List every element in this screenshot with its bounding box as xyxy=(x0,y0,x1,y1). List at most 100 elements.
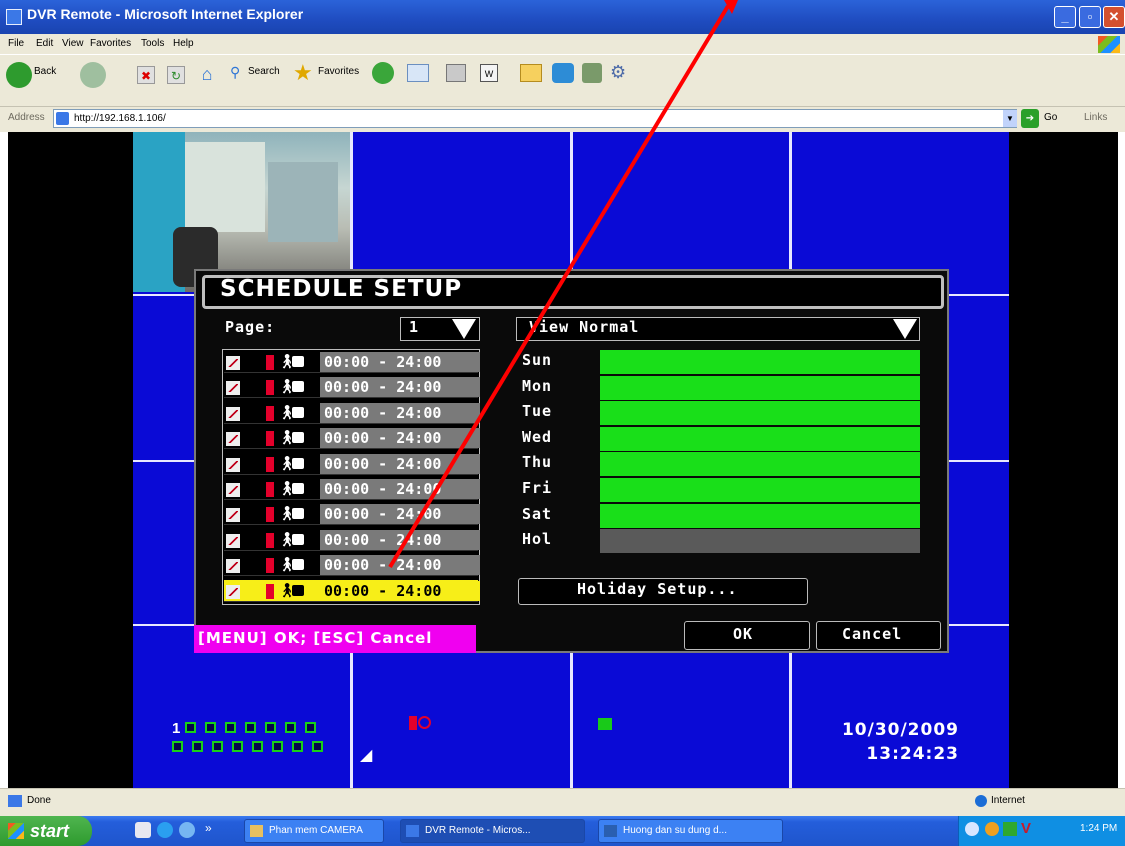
day-label: Wed xyxy=(522,428,553,446)
enable-checkbox[interactable] xyxy=(226,534,240,548)
channel-indicator xyxy=(245,722,256,733)
menu-tools[interactable]: Tools xyxy=(141,38,164,49)
dvr-datetime: 10/30/2009 13:24:23 xyxy=(809,718,959,766)
schedule-row[interactable]: 🚶︎ 00:00 - 24:00 xyxy=(224,503,480,525)
go-arrow-icon[interactable]: ➔ xyxy=(1021,109,1039,128)
tray-expand-icon[interactable] xyxy=(965,822,979,836)
day-schedule-bar[interactable] xyxy=(600,376,920,400)
search-icon[interactable]: ⚲ xyxy=(230,64,248,82)
quicklaunch-ie-icon[interactable] xyxy=(157,822,173,838)
enable-checkbox[interactable] xyxy=(226,483,240,497)
task-label: DVR Remote - Micros... xyxy=(425,825,531,836)
tray-network-icon[interactable] xyxy=(1003,822,1017,836)
schedule-row[interactable]: 🚶︎ 00:00 - 24:00 xyxy=(224,453,480,475)
enable-checkbox[interactable] xyxy=(226,407,240,421)
day-label: Thu xyxy=(522,453,553,471)
enable-checkbox[interactable] xyxy=(226,458,240,472)
address-label: Address xyxy=(8,112,45,123)
history-icon[interactable] xyxy=(372,62,394,84)
enable-checkbox[interactable] xyxy=(226,559,240,573)
day-schedule-bar[interactable] xyxy=(600,401,920,425)
alarm-icon xyxy=(292,381,304,392)
channel-indicator xyxy=(292,741,303,752)
minimize-button[interactable]: _ xyxy=(1054,6,1076,28)
research-icon[interactable] xyxy=(582,63,602,83)
enable-checkbox[interactable] xyxy=(226,508,240,522)
mail-icon[interactable] xyxy=(407,64,429,82)
quicklaunch-browser-icon[interactable] xyxy=(179,822,195,838)
links-label[interactable]: Links xyxy=(1084,112,1107,123)
menu-view[interactable]: View xyxy=(62,38,84,49)
tools-gear-icon[interactable]: ⚙ xyxy=(610,62,632,84)
messenger-icon[interactable] xyxy=(552,63,574,83)
enable-checkbox[interactable] xyxy=(226,585,240,599)
search-button-label[interactable]: Search xyxy=(248,66,280,77)
alarm-icon xyxy=(292,407,304,418)
schedule-row[interactable]: 🚶︎ 00:00 - 24:00 xyxy=(224,478,480,500)
close-button[interactable]: ✕ xyxy=(1103,6,1125,28)
maximize-button[interactable]: ▫ xyxy=(1079,6,1101,28)
camera-feed[interactable] xyxy=(133,132,350,292)
menu-bar xyxy=(0,34,1125,54)
channel-indicator xyxy=(312,741,323,752)
edit-word-icon[interactable]: W xyxy=(480,64,498,82)
schedule-row[interactable]: 🚶︎ 00:00 - 24:00 xyxy=(224,554,480,576)
stop-icon[interactable]: ✖ xyxy=(137,66,155,84)
menu-file[interactable]: File xyxy=(8,38,24,49)
favorites-star-icon[interactable]: ★ xyxy=(293,60,313,86)
view-dropdown-icon[interactable] xyxy=(893,319,917,339)
task-dvr-remote[interactable]: DVR Remote - Micros... xyxy=(400,819,585,843)
day-schedule-bar[interactable] xyxy=(600,427,920,451)
menu-help[interactable]: Help xyxy=(173,38,194,49)
print-icon[interactable] xyxy=(446,64,466,82)
menu-favorites[interactable]: Favorites xyxy=(90,38,131,49)
cancel-label: Cancel xyxy=(842,625,903,643)
task-huong-dan[interactable]: Huong dan su dung d... xyxy=(598,819,783,843)
schedule-row[interactable]: 🚶︎ 00:00 - 24:00 xyxy=(224,427,480,449)
dvr-date: 10/30/2009 xyxy=(841,720,959,740)
task-label: Huong dan su dung d... xyxy=(623,825,727,836)
enable-checkbox[interactable] xyxy=(226,356,240,370)
schedule-row[interactable]: 🚶︎ 00:00 - 24:00 xyxy=(224,402,480,424)
time-range: 00:00 - 24:00 xyxy=(320,555,480,575)
time-range: 00:00 - 24:00 xyxy=(320,352,480,372)
schedule-row[interactable]: 🚶︎ 00:00 - 24:00 xyxy=(224,580,480,602)
holiday-schedule-bar[interactable] xyxy=(600,529,920,553)
tray-app-icon[interactable] xyxy=(985,822,999,836)
address-input[interactable]: http://192.168.1.106/ xyxy=(53,109,1017,128)
menu-edit[interactable]: Edit xyxy=(36,38,53,49)
quicklaunch-desktop-icon[interactable] xyxy=(135,822,151,838)
day-label: Fri xyxy=(522,479,553,497)
status-text: Done xyxy=(27,795,51,806)
forward-icon[interactable] xyxy=(80,62,106,88)
back-button-label[interactable]: Back xyxy=(34,66,56,77)
record-icon xyxy=(266,558,274,573)
schedule-row[interactable]: 🚶︎ 00:00 - 24:00 xyxy=(224,351,480,373)
schedule-row[interactable]: 🚶︎ 00:00 - 24:00 xyxy=(224,376,480,398)
enable-checkbox[interactable] xyxy=(226,432,240,446)
folder-icon[interactable] xyxy=(520,64,542,82)
chevron-right-icon[interactable]: » xyxy=(205,821,212,835)
schedule-row[interactable]: 🚶︎ 00:00 - 24:00 xyxy=(224,529,480,551)
zone-text: Internet xyxy=(991,795,1025,806)
address-dropdown-icon[interactable]: ▼ xyxy=(1003,110,1017,127)
day-label: Hol xyxy=(522,530,553,548)
record-icon xyxy=(266,533,274,548)
back-icon[interactable] xyxy=(6,62,32,88)
refresh-icon[interactable]: ↻ xyxy=(167,66,185,84)
dialog-title: SCHEDULE SETUP xyxy=(220,276,463,302)
day-schedule-bar[interactable] xyxy=(600,478,920,502)
enable-checkbox[interactable] xyxy=(226,381,240,395)
home-icon[interactable]: ⌂ xyxy=(196,64,218,84)
day-schedule-bar[interactable] xyxy=(600,504,920,528)
channel-indicator xyxy=(232,741,243,752)
task-phan-mem-camera[interactable]: Phan mem CAMERA xyxy=(244,819,384,843)
page-dropdown-icon[interactable] xyxy=(452,319,476,339)
favorites-button-label[interactable]: Favorites xyxy=(318,66,359,77)
day-schedule-bar[interactable] xyxy=(600,452,920,476)
time-range: 00:00 - 24:00 xyxy=(320,530,480,550)
windows-flag-icon xyxy=(8,823,24,839)
go-button[interactable]: Go xyxy=(1044,112,1057,123)
tray-antivirus-icon[interactable]: V xyxy=(1021,820,1031,837)
day-schedule-bar[interactable] xyxy=(600,350,920,374)
